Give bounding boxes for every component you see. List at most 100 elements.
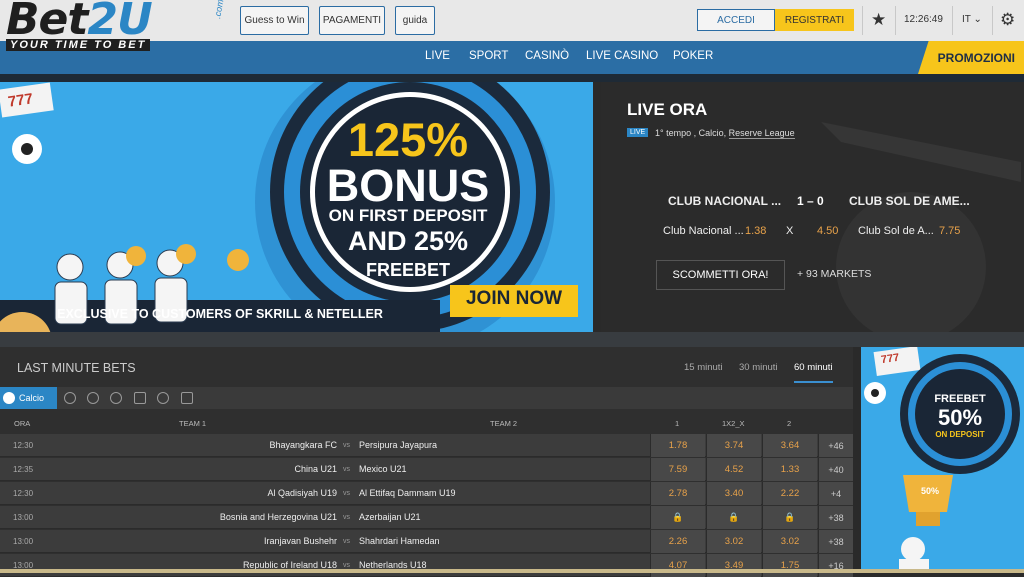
lock-icon: 🔒 [650,506,705,529]
table-row[interactable]: 13:00 Bosnia and Herzegovina U21 vs Azer… [0,506,853,529]
more-markets[interactable]: +38 [818,506,853,529]
freebet-side-banner[interactable]: FREEBET 50% ON DEPOSIT 50% 777 [861,347,1024,573]
match-time: 12:35 [13,465,34,474]
col-header-x: 1X2_X [722,419,745,428]
slot-text: 777 [6,90,35,111]
odd-2[interactable]: 1.75 [762,554,817,577]
odd-2[interactable]: 3.02 [762,530,817,553]
volleyball-icon[interactable] [110,392,122,404]
more-markets[interactable]: +46 [818,434,853,457]
vs-label: vs [343,442,350,449]
odd-x[interactable]: 3.40 [706,482,761,505]
bonus-banner[interactable]: 125% BONUS ON FIRST DEPOSIT AND 25% FREE… [0,82,593,332]
nav-poker[interactable]: POKER [673,50,713,62]
table-row[interactable]: 12:30 Bhayangkara FC vs Persipura Jayapu… [0,434,853,457]
tab-15-min[interactable]: 15 minuti [684,362,723,373]
odd-1[interactable]: 1.78 [650,434,705,457]
team2-name: Shahrdari Hamedan [359,536,440,546]
team2-name: Mexico U21 [359,464,407,474]
odd-home[interactable]: 1.38 [745,225,766,237]
nav-live-casino[interactable]: LIVE CASINO [586,50,658,62]
team1-name: China U21 [294,464,337,474]
table-row[interactable]: 13:00 Republic of Ireland U18 vs Netherl… [0,554,853,577]
odd-2[interactable]: 3.64 [762,434,817,457]
odd-1[interactable]: 2.26 [650,530,705,553]
vs-label: vs [343,490,350,497]
away-team: CLUB SOL DE AME... [849,194,970,208]
match-time: 13:00 [13,537,34,546]
section-title: LAST MINUTE BETS [17,361,136,375]
tab-30-min[interactable]: 30 minuti [739,362,778,373]
live-now-panel: LIVE ORA LIVE 1° tempo , Calcio, Reserve… [601,82,1024,332]
table-row[interactable]: 12:35 China U21 vs Mexico U21 7.59 4.52 … [0,458,853,481]
join-now-button[interactable]: JOIN NOW [450,288,578,310]
guide-button[interactable]: guida [395,6,435,35]
sport-tab-football[interactable]: Calcio [0,387,57,409]
team1-name: Bosnia and Herzegovina U21 [219,512,337,522]
table-tennis-icon[interactable] [134,392,146,404]
gear-icon[interactable]: ⚙ [1000,10,1015,30]
odd-away[interactable]: 7.75 [939,225,960,237]
top-bar: Bet2U .com Guess to Win PAGAMENTI guida … [0,0,1024,45]
table-row[interactable]: 13:00 Iranjavan Bushehr vs Shahrdari Ham… [0,530,853,553]
badminton-icon[interactable] [157,392,169,404]
last-minute-bets: LAST MINUTE BETS 15 minuti 30 minuti 60 … [0,347,853,577]
live-title: LIVE ORA [627,100,708,119]
more-markets[interactable]: +40 [818,458,853,481]
sport-tab-label: Calcio [19,393,45,403]
side-banner-art [861,347,1024,573]
language-select[interactable]: IT ⌄ [962,14,982,25]
basketball-icon[interactable] [64,392,76,404]
logo-com: .com [212,0,226,20]
more-markets[interactable]: +16 [818,554,853,577]
esports-icon[interactable] [181,392,193,404]
promotions-button[interactable]: PROMOZIONI [918,41,1024,74]
clock: 12:26:49 [904,14,943,25]
nav-shadow [0,74,1024,82]
odd-x[interactable]: 4.52 [706,458,761,481]
divider [895,6,896,35]
payments-button[interactable]: PAGAMENTI [319,6,385,35]
table-row[interactable]: 12:30 Al Qadisiyah U19 vs Al Ettifaq Dam… [0,482,853,505]
freebet-sub: ON DEPOSIT [935,430,985,439]
bonus-headline: 125% [347,113,469,166]
bonus-line4: AND 25% [347,226,469,256]
chevron-down-icon: ⌄ [973,14,982,25]
star-icon[interactable]: ★ [871,10,886,30]
lock-icon: 🔒 [762,506,817,529]
section-divider [0,332,1024,347]
col-header-2: 2 [787,419,792,428]
odd-1[interactable]: 7.59 [650,458,705,481]
lock-icon: 🔒 [706,506,761,529]
guess-to-win-button[interactable]: Guess to Win [240,6,309,35]
more-markets[interactable]: +4 [818,482,853,505]
odd-1[interactable]: 4.07 [650,554,705,577]
odd-draw-label: X [786,225,794,237]
odd-draw[interactable]: 4.50 [817,225,838,237]
nav-casino[interactable]: CASINÒ [525,50,569,62]
odd-x[interactable]: 3.49 [706,554,761,577]
slot-text: 777 [880,351,901,367]
tennis-icon[interactable] [87,392,99,404]
vs-label: vs [343,538,350,545]
tab-60-min[interactable]: 60 minuti [794,362,833,383]
match-time: 13:00 [13,513,34,522]
more-markets[interactable]: +38 [818,530,853,553]
taskbar [0,569,1024,573]
odd-x[interactable]: 3.74 [706,434,761,457]
odd-2[interactable]: 1.33 [762,458,817,481]
odd-1[interactable]: 2.78 [650,482,705,505]
login-button[interactable]: ACCEDI [697,9,775,31]
nav-sport[interactable]: SPORT [469,50,508,62]
bet-now-button[interactable]: SCOMMETTI ORA! [656,260,785,290]
odd-x[interactable]: 3.02 [706,530,761,553]
team2-name: Al Ettifaq Dammam U19 [359,488,456,498]
odd-2[interactable]: 2.22 [762,482,817,505]
nav-live[interactable]: LIVE [425,50,450,62]
register-button[interactable]: REGISTRATI [775,9,854,31]
team1-name: Iranjavan Bushehr [263,536,337,546]
bonus-line3: ON FIRST DEPOSIT [328,206,488,225]
col-header-team1: TEAM 1 [179,419,207,428]
more-markets-link[interactable]: + 93 MARKETS [797,268,871,280]
match-time: 12:30 [13,489,34,498]
